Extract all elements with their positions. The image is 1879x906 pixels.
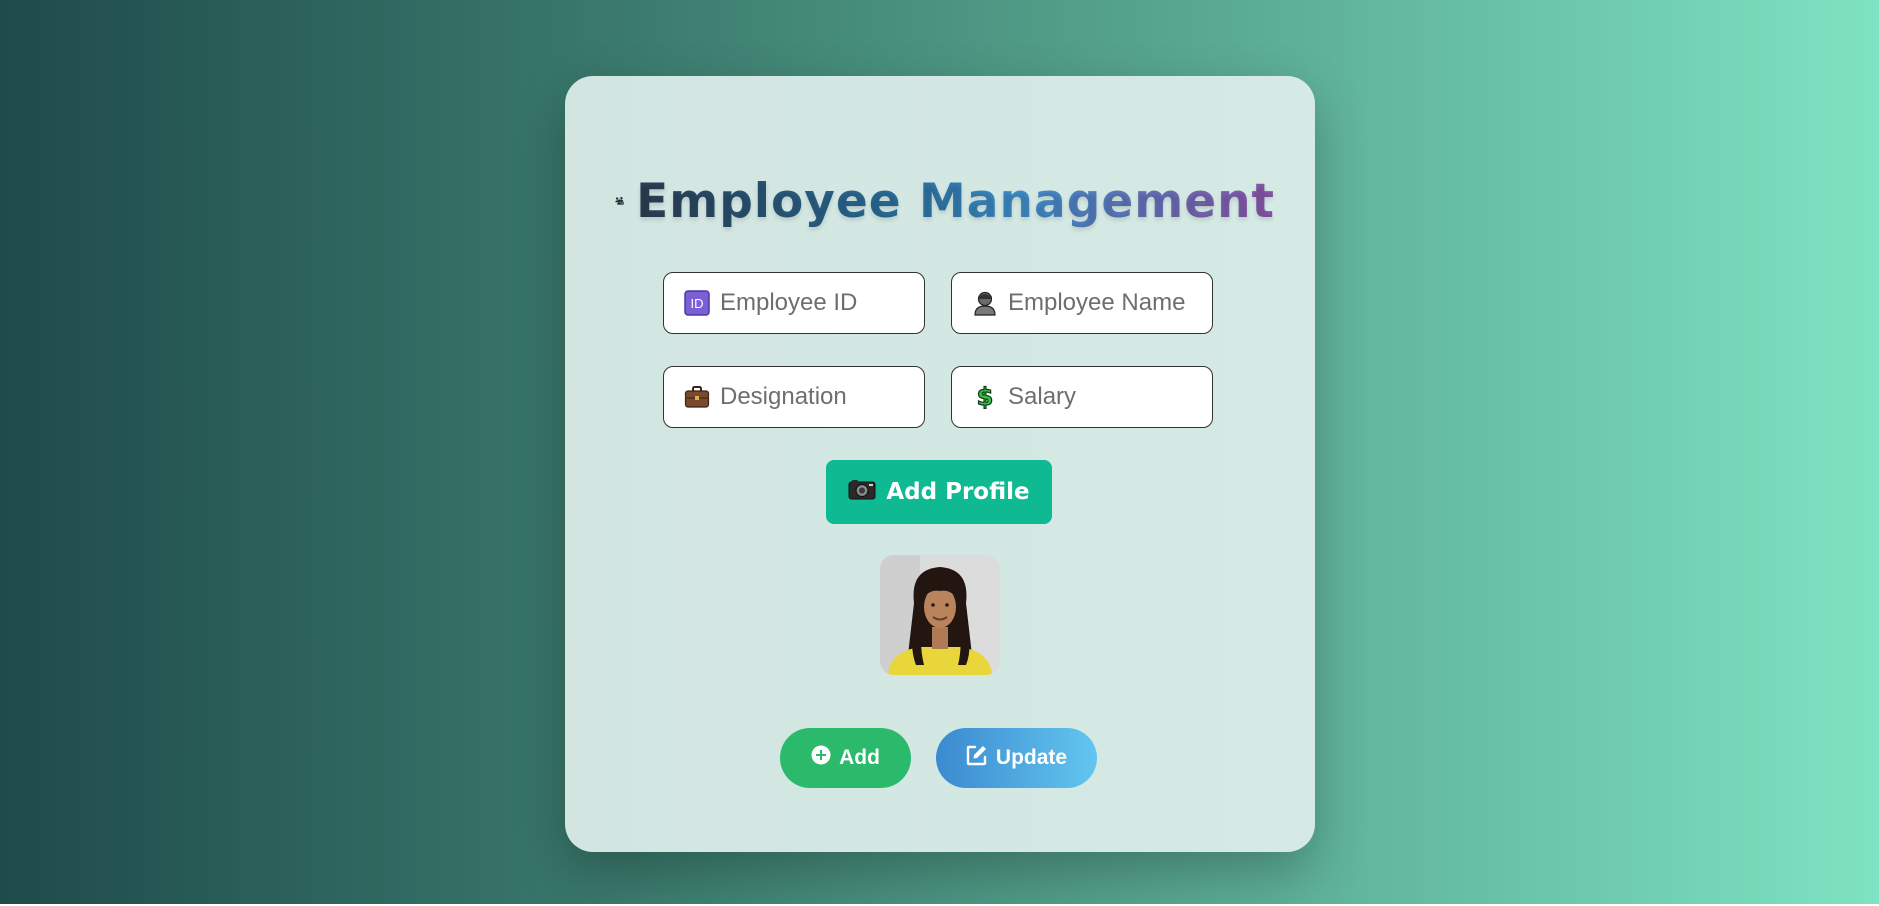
update-button[interactable]: Update (936, 728, 1097, 788)
employee-id-field[interactable]: ID (663, 272, 925, 334)
svg-text:$: $ (977, 383, 994, 411)
add-profile-button[interactable]: Add Profile (826, 460, 1052, 524)
camera-icon (848, 478, 876, 506)
employee-form-card: Employee Management ID Employee ID Emplo… (565, 76, 1315, 852)
add-button-label: Add (839, 746, 880, 769)
profile-photo (880, 555, 1000, 675)
page-title: Employee Management (636, 173, 1275, 229)
add-button[interactable]: Add (780, 728, 911, 788)
update-button-label: Update (995, 746, 1068, 769)
svg-text:ID: ID (691, 296, 704, 311)
header: Employee Management (615, 166, 1275, 236)
id-badge-icon: ID (684, 290, 710, 316)
plus-circle-icon (811, 745, 831, 771)
person-icon (972, 290, 998, 316)
salary-input[interactable] (1006, 382, 1210, 412)
add-profile-label: Add Profile (886, 479, 1030, 505)
employee-name-field[interactable] (951, 272, 1213, 334)
edit-icon (966, 744, 988, 772)
employee-id-input[interactable] (718, 288, 922, 318)
briefcase-icon (684, 384, 710, 410)
users-cog-icon (615, 197, 625, 205)
employee-name-input[interactable] (1006, 288, 1210, 318)
dollar-sign-icon: $ (972, 383, 998, 411)
salary-field[interactable]: $ (951, 366, 1213, 428)
designation-input[interactable] (718, 382, 922, 412)
designation-field[interactable] (663, 366, 925, 428)
